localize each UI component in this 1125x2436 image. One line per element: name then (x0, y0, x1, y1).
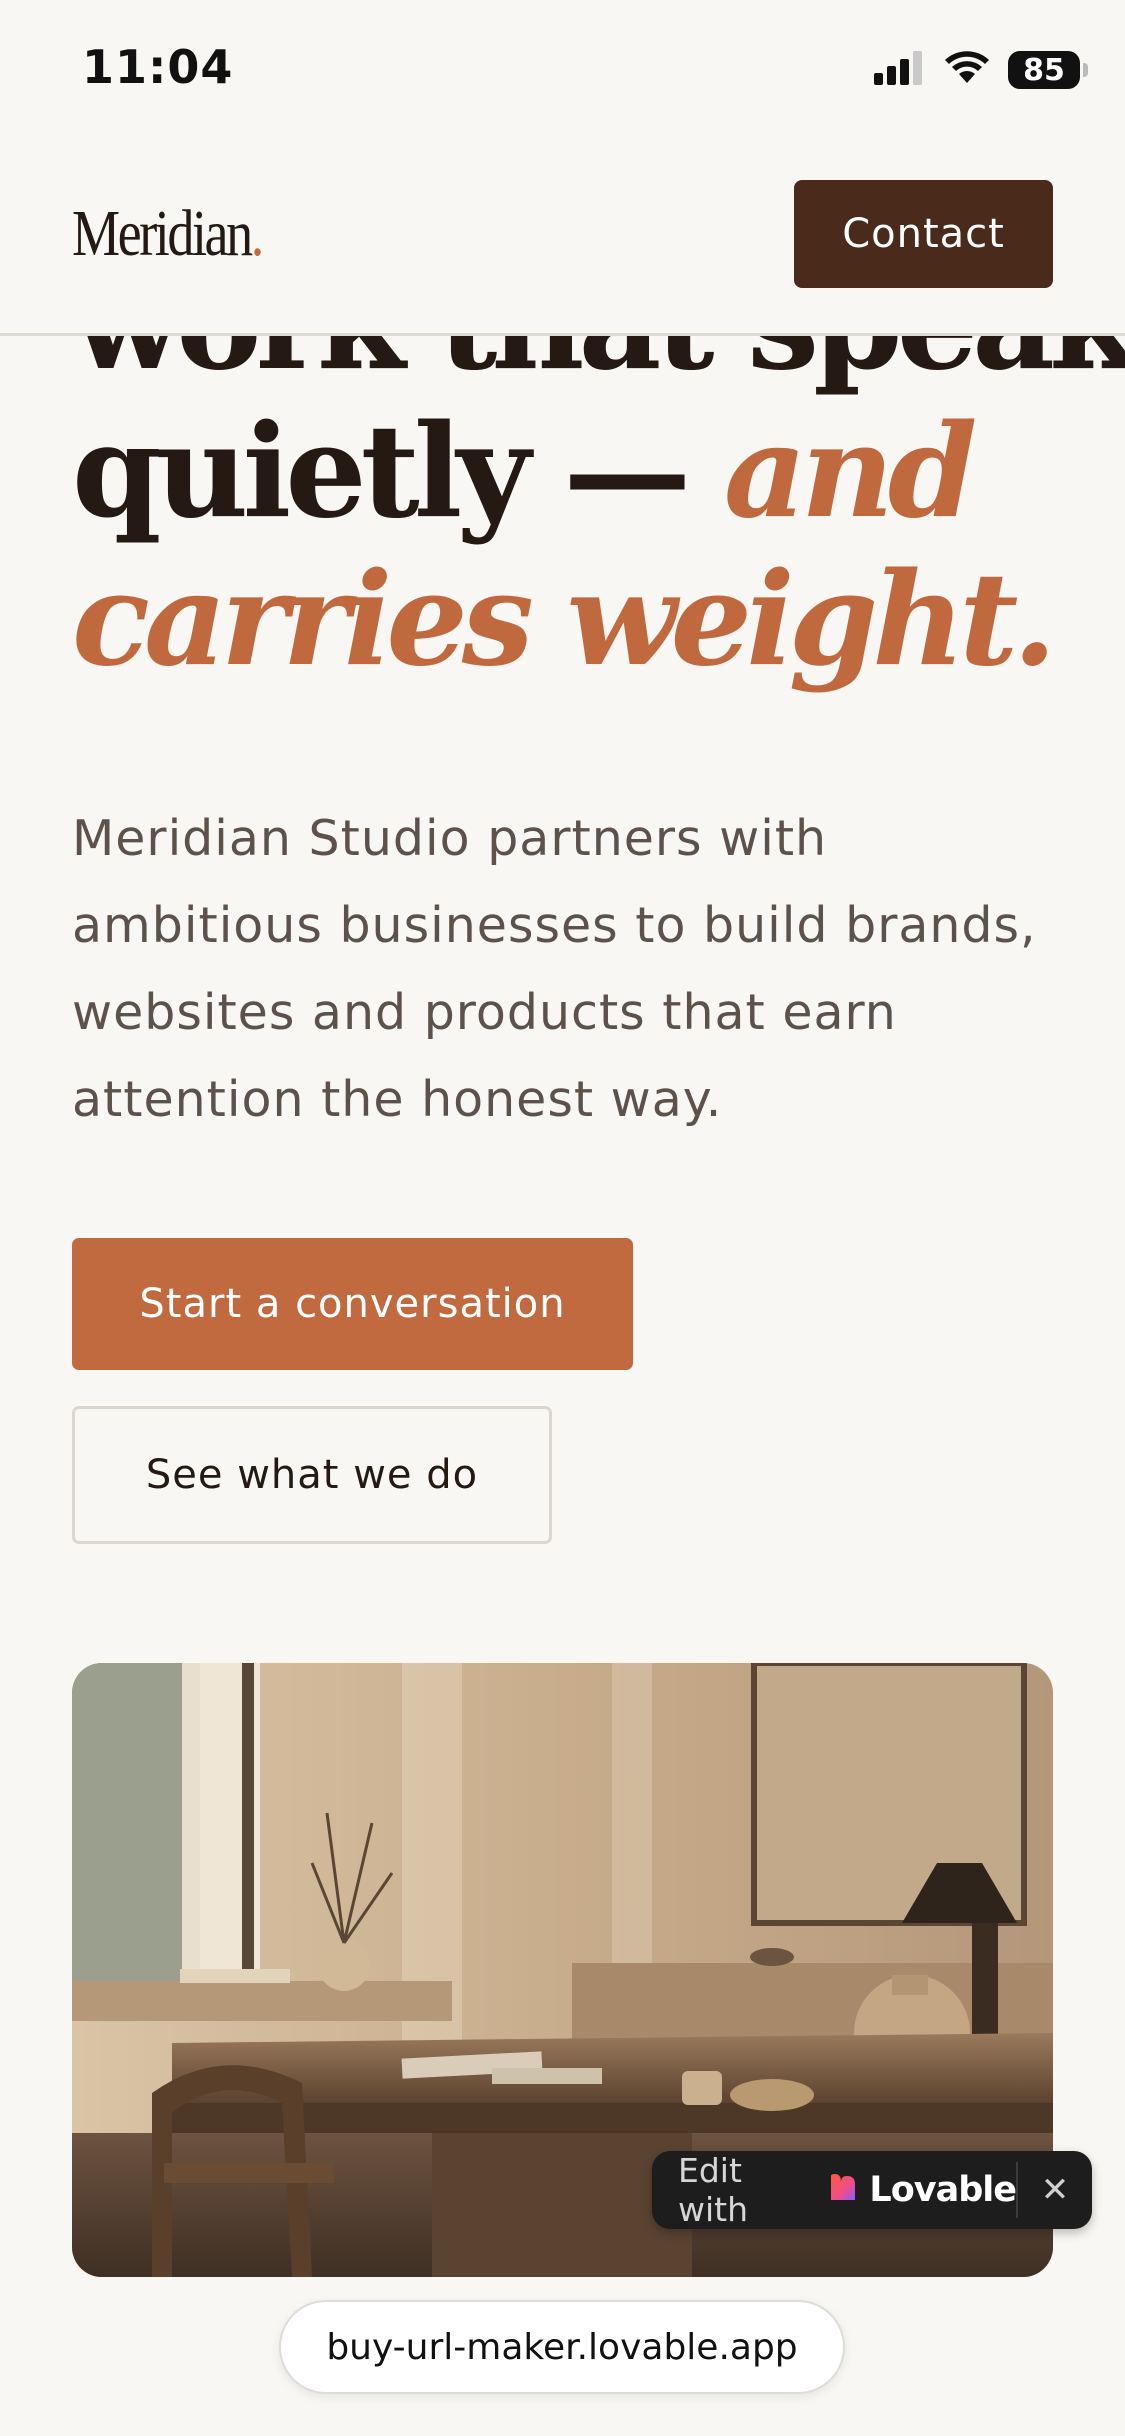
start-conversation-button[interactable]: Start a conversation (72, 1238, 633, 1370)
status-bar: 11:04 85 (0, 0, 1125, 140)
logo-dot: . (250, 197, 264, 270)
close-icon[interactable]: ✕ (1018, 2151, 1092, 2229)
status-icons: 85 (874, 48, 1088, 92)
hero-heading-line-3: carries weight. (72, 546, 1072, 694)
hero-heading-accent-2: carries weight. (72, 545, 1057, 695)
hero-heading-accent: and (723, 397, 977, 547)
edit-with-label: Edit with (678, 2151, 749, 2229)
signal-icon (874, 51, 926, 89)
logo-text: Meridian (72, 197, 253, 270)
site-header: Meridian. Contact (0, 140, 1125, 336)
hero-description: Meridian Studio partners with ambitious … (72, 810, 1037, 1128)
url-bar[interactable]: buy-url-maker.lovable.app (279, 2300, 845, 2394)
lovable-badge: Edit with Lovable ✕ (652, 2151, 1092, 2229)
see-what-we-do-button[interactable]: See what we do (72, 1406, 552, 1544)
hero-heading-line-2: quietly — and (72, 398, 1072, 546)
lovable-heart-icon (827, 2171, 857, 2210)
wifi-icon (944, 51, 990, 89)
lovable-brand: Lovable (869, 2170, 1017, 2210)
edit-with-lovable-button[interactable]: Edit with Lovable (652, 2151, 1017, 2229)
status-time: 11:04 (82, 40, 234, 94)
logo[interactable]: Meridian. (72, 196, 264, 272)
hero-heading-plain: quietly — (72, 397, 724, 547)
page: work that speaks quietly — and carries w… (0, 0, 1125, 2436)
contact-button[interactable]: Contact (794, 180, 1053, 288)
battery-icon: 85 (1008, 51, 1088, 89)
